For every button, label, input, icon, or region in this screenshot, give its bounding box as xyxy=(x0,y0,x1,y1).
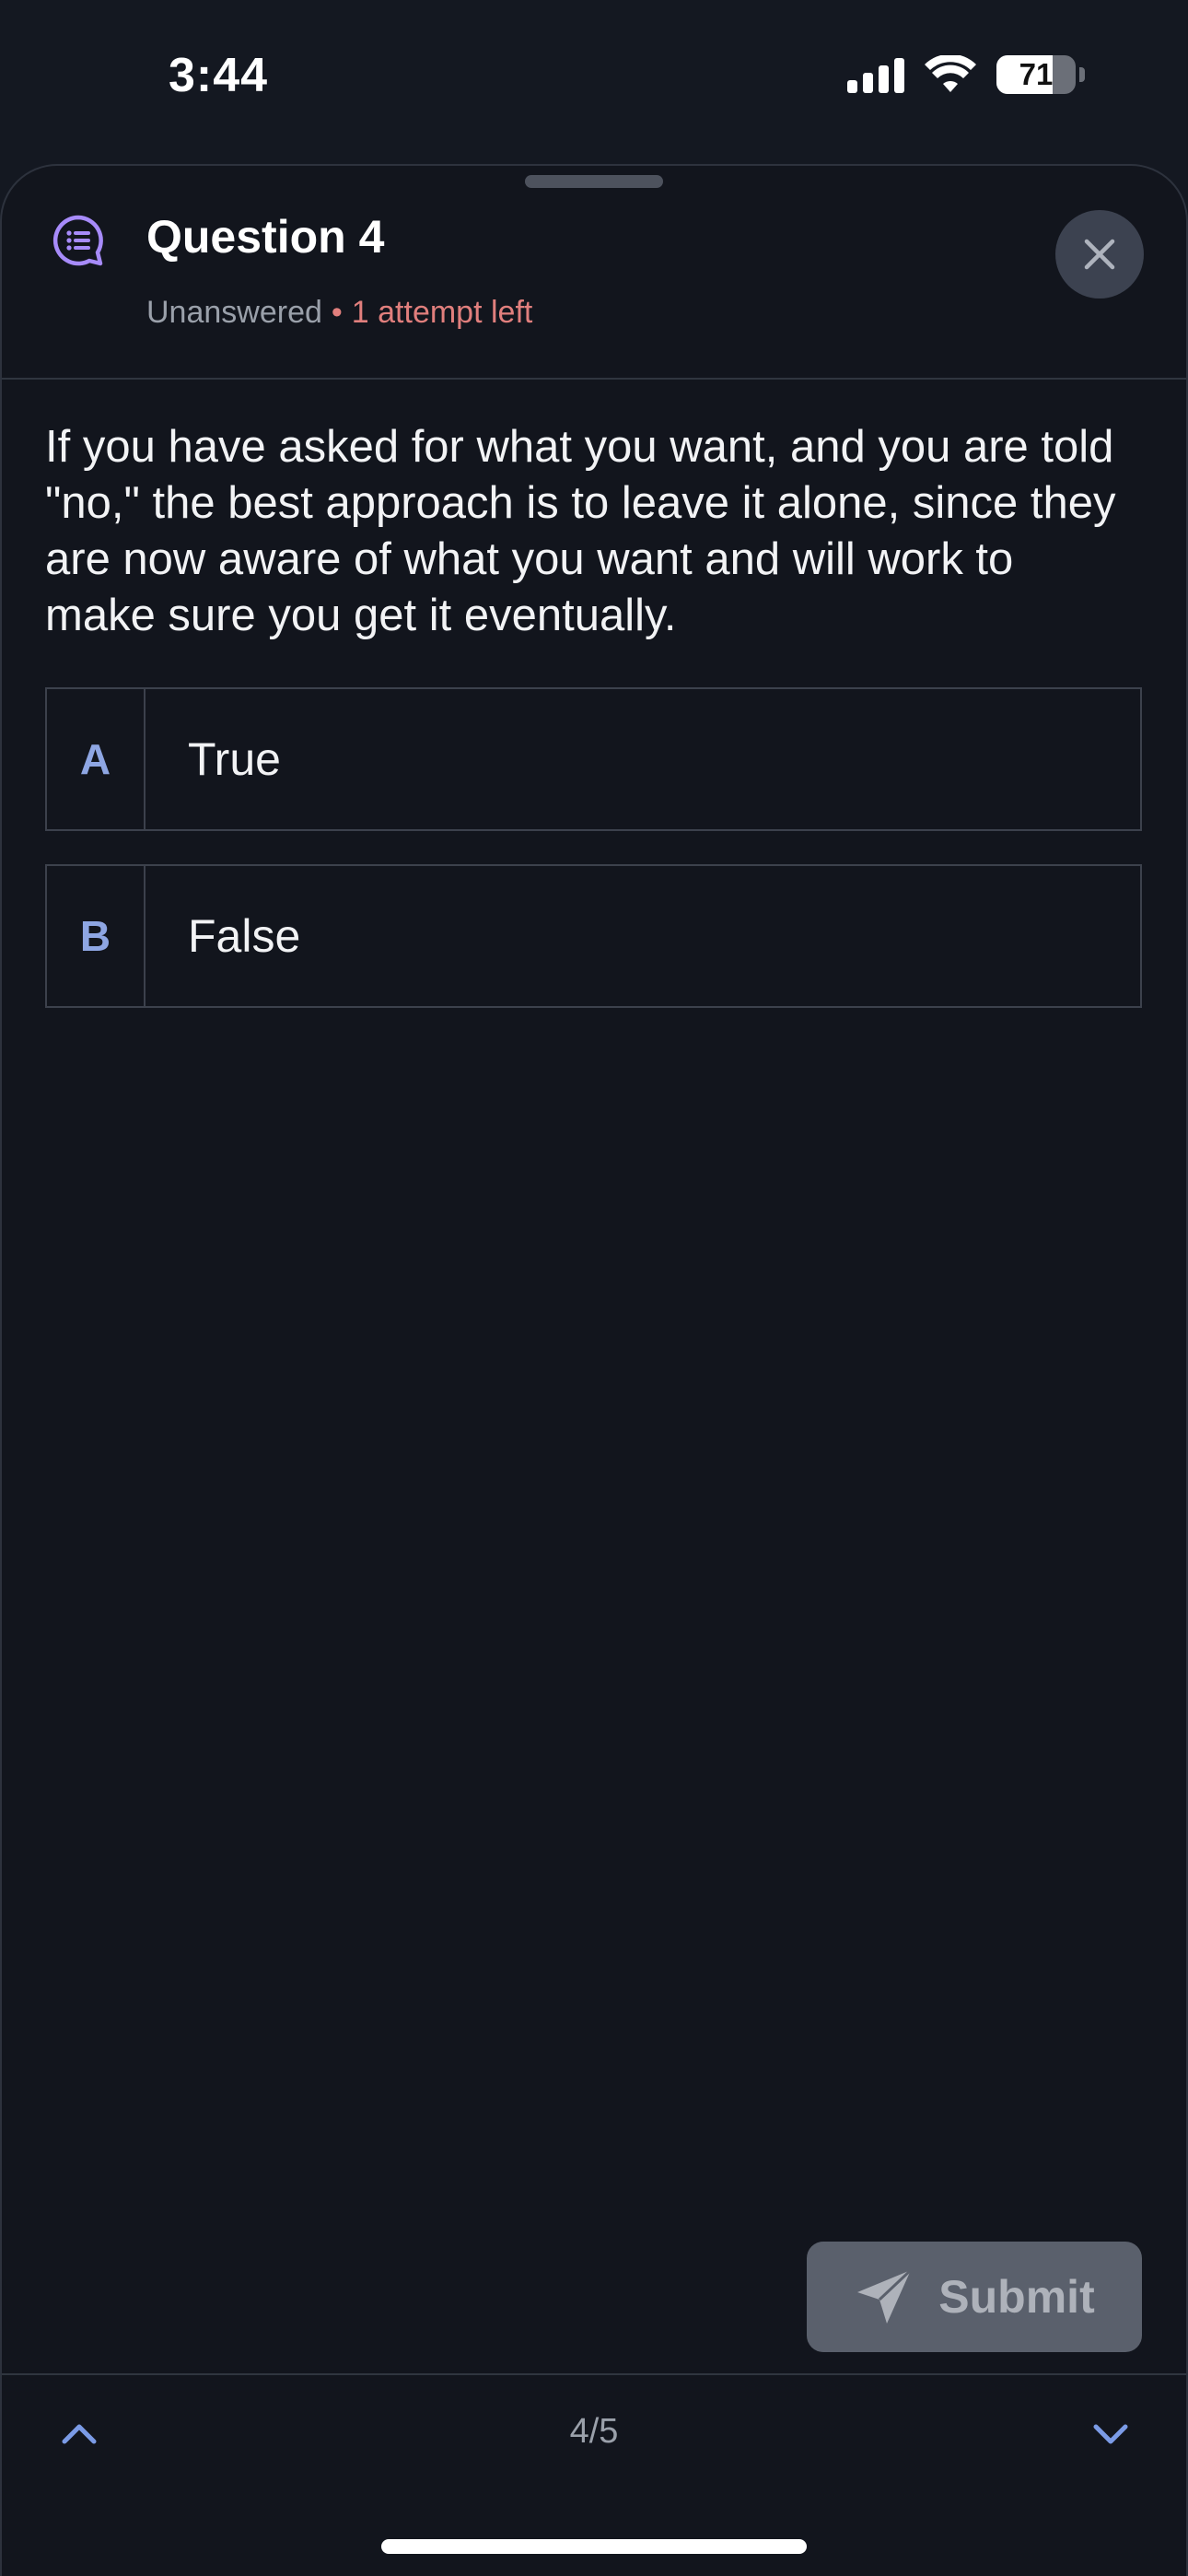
answer-status: Unanswered xyxy=(146,295,322,330)
status-icons: 71 xyxy=(847,55,1085,94)
option-a[interactable]: A True xyxy=(45,687,1142,831)
attempts-left: 1 attempt left xyxy=(351,295,533,330)
option-letter: A xyxy=(47,689,146,829)
question-sheet: Question 4 Unanswered • 1 attempt left If … xyxy=(0,164,1188,2576)
option-label: True xyxy=(188,733,281,785)
close-button[interactable] xyxy=(1055,210,1144,299)
home-indicator[interactable] xyxy=(381,2539,807,2554)
question-header: Question 4 Unanswered • 1 attempt left xyxy=(2,166,1186,380)
option-label: False xyxy=(188,910,301,962)
submit-button[interactable]: Submit xyxy=(807,2242,1142,2352)
screen: 3:44 71 Question 4 Unanswered • 1 attemp… xyxy=(0,0,1188,2576)
question-meta: Unanswered • 1 attempt left xyxy=(146,295,532,331)
quiz-chat-icon xyxy=(52,215,103,266)
cellular-signal-icon xyxy=(847,56,904,93)
battery-icon: 71 xyxy=(996,55,1076,94)
option-letter: B xyxy=(47,866,146,1006)
status-time: 3:44 xyxy=(169,49,269,102)
battery-group: 71 xyxy=(996,55,1085,94)
status-bar: 3:44 71 xyxy=(0,0,1188,161)
option-b[interactable]: B False xyxy=(45,864,1142,1008)
battery-nub xyxy=(1079,67,1085,82)
submit-label: Submit xyxy=(938,2271,1095,2323)
chevron-down-icon[interactable] xyxy=(1089,2412,1133,2456)
battery-percent: 71 xyxy=(1019,57,1054,91)
paper-plane-icon xyxy=(857,2268,913,2324)
close-icon xyxy=(1084,239,1115,270)
meta-separator: • xyxy=(331,295,343,330)
question-title: Question 4 xyxy=(146,211,385,263)
question-text: If you have asked for what you want, and… xyxy=(45,422,1116,640)
page-indicator: 4/5 xyxy=(569,2412,619,2451)
wifi-icon xyxy=(925,55,976,92)
